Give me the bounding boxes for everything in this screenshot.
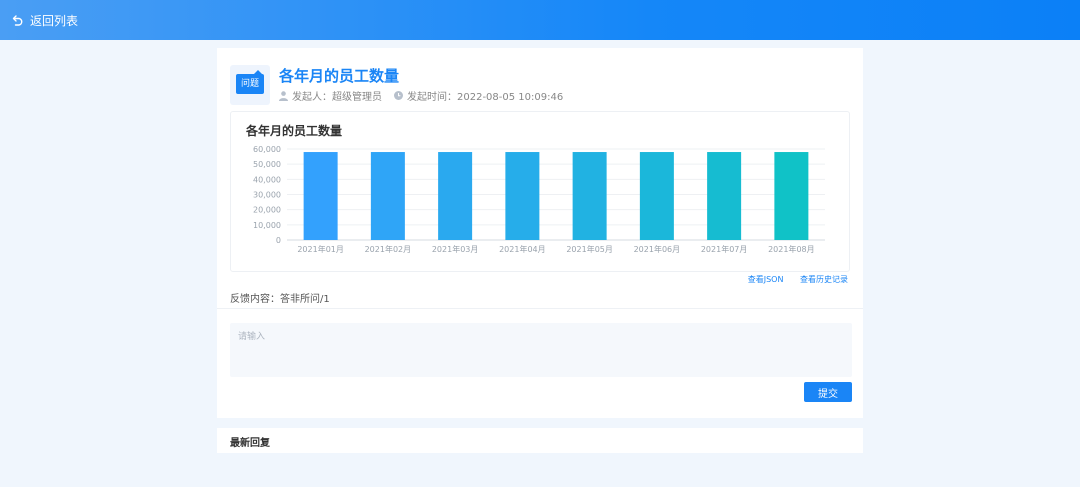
question-badge: 问题 (236, 70, 264, 94)
y-tick-label: 40,000 (253, 175, 281, 184)
bar (303, 152, 338, 240)
bar (774, 152, 809, 240)
question-card: 问题 各年月的员工数量 发起人：超级管理员 发起时间：2022-08-05 10… (217, 48, 863, 418)
view-history-link[interactable]: 查看历史记录 (800, 275, 848, 284)
y-tick-label: 20,000 (253, 206, 281, 215)
divider (217, 308, 863, 309)
latest-replies-section: 最新回复 (217, 428, 863, 453)
clock-icon (394, 91, 403, 100)
question-meta: 发起人：超级管理员 发起时间：2022-08-05 10:09:46 (279, 88, 575, 103)
x-tick-label: 2021年06月 (634, 244, 681, 254)
latest-replies-title: 最新回复 (230, 438, 270, 449)
bar-chart: 0 10,000 20,000 30,000 40,000 50,000 60,000 202… (253, 145, 825, 254)
x-tick-label: 2021年08月 (768, 244, 815, 254)
x-tick-label: 2021年04月 (499, 244, 546, 254)
submit-button[interactable]: 提交 (804, 382, 852, 402)
y-tick-label: 10,000 (253, 221, 281, 230)
reply-input[interactable] (230, 323, 852, 377)
bar (438, 152, 473, 240)
x-tick-label: 2021年02月 (365, 244, 412, 254)
bar (370, 152, 405, 240)
chart-links: 查看JSON 查看历史记录 (734, 274, 848, 285)
chart-panel: 各年月的员工数量 0 10,000 20,000 30,000 40,000 50,000… (230, 111, 850, 272)
question-icon: 问题 (230, 65, 270, 105)
back-arrow-icon (12, 15, 23, 26)
y-tick-label: 50,000 (253, 160, 281, 169)
back-to-list-label: 返回列表 (30, 13, 79, 28)
y-tick-label: 0 (276, 236, 281, 245)
y-tick-label: 60,000 (253, 145, 281, 154)
back-to-list-button[interactable]: 返回列表 (12, 11, 78, 29)
top-bar: 返回列表 (0, 0, 1080, 40)
x-tick-label: 2021年05月 (566, 244, 613, 254)
x-tick-label: 2021年07月 (701, 244, 748, 254)
created-time-label: 发起时间：2022-08-05 10:09:46 (407, 92, 564, 103)
bar (572, 152, 607, 240)
feedback-text: 反馈内容：答非所问/1 (230, 294, 330, 305)
bar (707, 152, 742, 240)
user-icon (279, 90, 288, 101)
author-label: 发起人：超级管理员 (292, 92, 382, 103)
bar (505, 152, 540, 240)
view-json-link[interactable]: 查看JSON (748, 275, 784, 284)
y-tick-label: 30,000 (253, 191, 281, 200)
x-tick-label: 2021年01月 (297, 244, 344, 254)
x-tick-label: 2021年03月 (432, 244, 479, 254)
bar (639, 152, 674, 240)
question-title: 各年月的员工数量 (279, 67, 400, 85)
